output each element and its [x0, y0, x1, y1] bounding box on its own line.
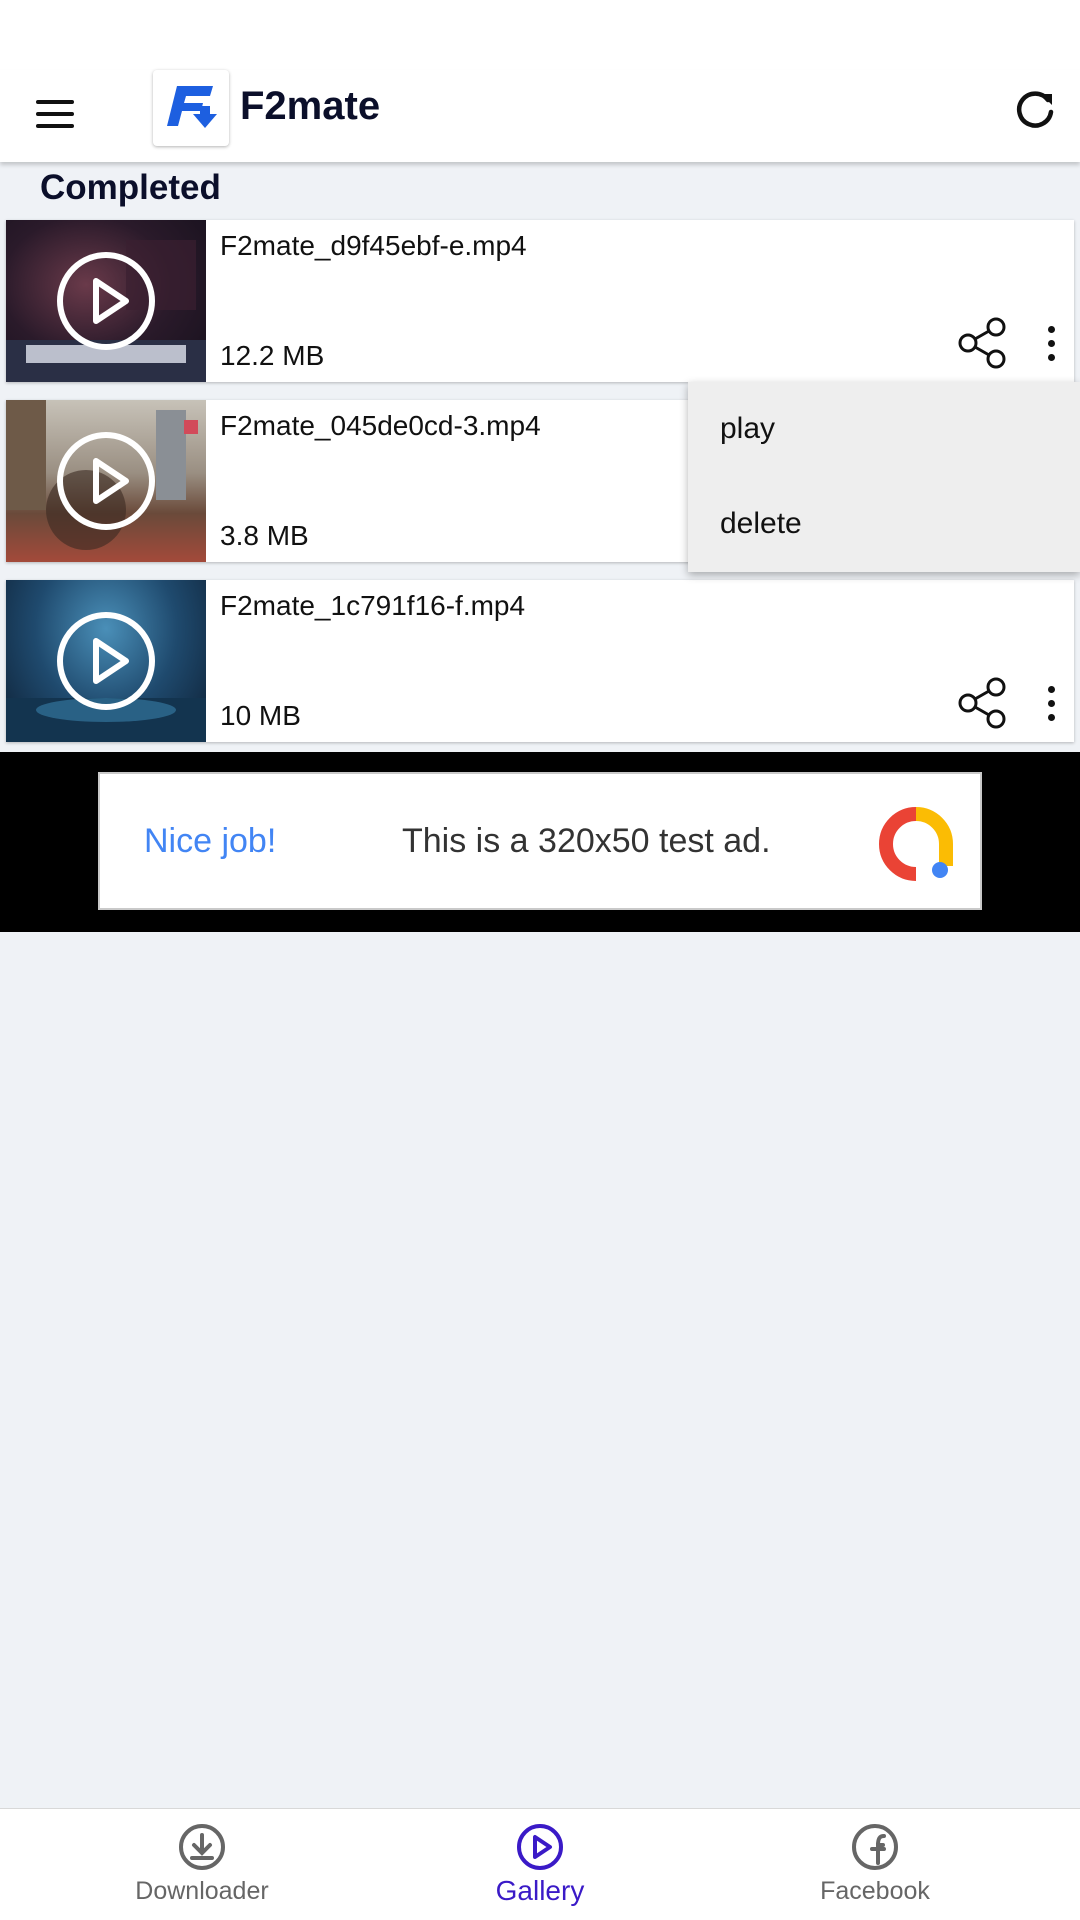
bottom-navigation: Downloader Gallery Facebook [0, 1808, 1080, 1920]
menu-item-delete[interactable]: delete [720, 507, 802, 541]
video-filename: F2mate_d9f45ebf-e.mp4 [220, 230, 527, 261]
video-thumbnail[interactable] [6, 400, 206, 562]
app-logo [153, 70, 229, 146]
share-icon[interactable] [956, 676, 1010, 730]
ad-logo-icon [879, 807, 953, 881]
app-title: F2mate [240, 84, 381, 128]
play-icon [57, 432, 155, 530]
refresh-icon[interactable] [1010, 84, 1060, 134]
play-icon [57, 252, 155, 350]
section-title: Completed [40, 168, 221, 207]
nav-item-gallery[interactable]: Gallery [430, 1809, 650, 1920]
hamburger-menu-icon[interactable] [30, 88, 82, 140]
popup-menu: play delete [688, 382, 1080, 572]
nav-item-facebook[interactable]: Facebook [765, 1809, 985, 1920]
share-icon[interactable] [956, 316, 1010, 370]
ad-box[interactable]: Nice job! This is a 320x50 test ad. [98, 772, 982, 910]
video-size: 3.8 MB [220, 520, 309, 551]
facebook-icon [852, 1824, 898, 1870]
video-filename: F2mate_045de0cd-3.mp4 [220, 410, 541, 441]
ad-banner: Nice job! This is a 320x50 test ad. [0, 752, 1080, 932]
more-options-icon[interactable] [1036, 676, 1066, 730]
video-card[interactable]: F2mate_1c791f16-f.mp4 10 MB [6, 580, 1074, 742]
video-size: 10 MB [220, 700, 301, 731]
menu-item-play[interactable]: play [720, 412, 775, 446]
ad-text: This is a 320x50 test ad. [402, 822, 771, 860]
nav-label: Downloader [135, 1877, 269, 1905]
video-card[interactable]: F2mate_d9f45ebf-e.mp4 12.2 MB [6, 220, 1074, 382]
download-icon [179, 1824, 225, 1870]
play-circle-icon [517, 1824, 563, 1870]
video-filename: F2mate_1c791f16-f.mp4 [220, 590, 526, 621]
status-bar [0, 0, 1080, 70]
video-thumbnail[interactable] [6, 220, 206, 382]
nav-item-downloader[interactable]: Downloader [92, 1809, 312, 1920]
nav-label: Gallery [495, 1875, 585, 1906]
ad-headline: Nice job! [144, 822, 277, 860]
video-thumbnail[interactable] [6, 580, 206, 742]
video-size: 12.2 MB [220, 340, 325, 371]
nav-label: Facebook [820, 1877, 930, 1905]
more-options-icon[interactable] [1036, 316, 1066, 370]
app-bar: F2mate [0, 70, 1080, 162]
play-icon [57, 612, 155, 710]
